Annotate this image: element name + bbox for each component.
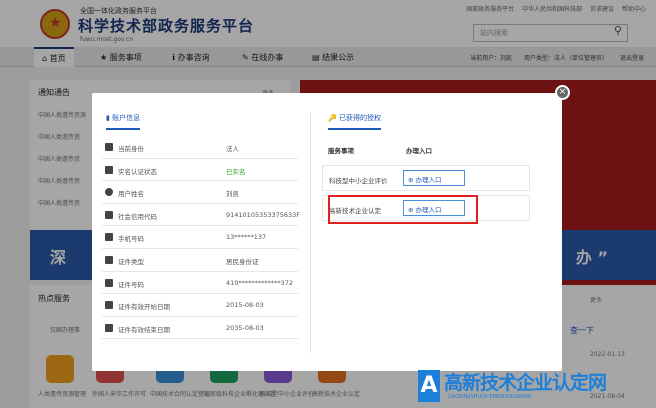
- row-value: 2015-08-03: [226, 301, 264, 310]
- account-modal: ▮ 账户信息 🔑 已获得的授权 当前身份 法人 实名认证状态 已实名 用户姓名 …: [92, 93, 562, 371]
- modal-divider: [310, 113, 311, 353]
- close-icon[interactable]: ×: [555, 85, 570, 100]
- id-type-icon: [105, 255, 113, 264]
- table-row: 证件号码 410*************372: [102, 272, 298, 295]
- row-value: 居民身份证: [226, 257, 259, 266]
- row-value: 13******137: [226, 233, 267, 242]
- table-row: 社会信用代码 91410105353375633F: [102, 204, 300, 227]
- row-value: 2035-08-03: [226, 323, 264, 332]
- credit-code-icon: [105, 210, 113, 219]
- table-row: 手机号码 13******137: [102, 226, 298, 249]
- row-label: 手机号码: [118, 235, 144, 244]
- verified-icon: [105, 165, 113, 174]
- account-info-table: 当前身份 法人 实名认证状态 已实名 用户姓名 刘凯 社会信用代码 914101…: [102, 136, 300, 340]
- row-value: 91410105353375633F: [226, 210, 301, 219]
- table-row: 实名认证状态 已实名: [102, 159, 298, 182]
- row-value: 410*************372: [226, 278, 294, 287]
- highlight-box: [328, 195, 478, 224]
- table-row: 证件有效开始日期 2015-08-03: [102, 294, 298, 317]
- entry-button-sme-evaluation[interactable]: ⊕ 办理入口: [403, 170, 465, 186]
- table-row: 用户姓名 刘凯: [102, 181, 298, 204]
- row-label: 证件有效结束日期: [118, 325, 170, 334]
- user-icon: [105, 188, 113, 197]
- id-number-icon: [105, 278, 113, 287]
- row-value: 法人: [226, 145, 239, 153]
- row-value: 刘凯: [226, 190, 239, 199]
- watermark: A 高新技术企业认定网 GAOXINJISHUQIYERENDINGWANG: [418, 368, 656, 408]
- phone-icon: [105, 233, 113, 242]
- watermark-text: 高新技术企业认定网: [444, 372, 607, 394]
- row-label: 用户姓名: [118, 190, 144, 199]
- entry-column-header: 办理入口: [406, 147, 432, 155]
- calendar-start-icon: [105, 301, 113, 310]
- calendar-end-icon: [105, 323, 113, 332]
- id-icon: [105, 143, 113, 151]
- status-badge: 已实名: [226, 167, 246, 176]
- table-row: 证件有效结束日期 2035-08-03: [102, 317, 298, 340]
- watermark-subtext: GAOXINJISHUQIYERENDINGWANG: [448, 394, 532, 400]
- row-label: 实名认证状态: [118, 167, 157, 176]
- row-label: 证件有效开始日期: [118, 303, 170, 312]
- row-label: 社会信用代码: [118, 212, 157, 221]
- service-column-header: 服务事项: [328, 147, 354, 155]
- row-label: 证件类型: [118, 257, 144, 266]
- row-label: 当前身份: [118, 145, 144, 153]
- table-row: 当前身份 法人: [102, 136, 298, 159]
- watermark-logo-icon: A: [418, 370, 440, 402]
- service-name: 科技型中小企业评价: [329, 177, 388, 185]
- row-label: 证件号码: [118, 280, 144, 289]
- table-row: 证件类型 居民身份证: [102, 249, 298, 272]
- tab-authorized-services[interactable]: 🔑 已获得的授权: [328, 113, 381, 130]
- tab-account-info[interactable]: ▮ 账户信息: [106, 113, 141, 130]
- table-row: 科技型中小企业评价 ⊕ 办理入口: [322, 165, 530, 191]
